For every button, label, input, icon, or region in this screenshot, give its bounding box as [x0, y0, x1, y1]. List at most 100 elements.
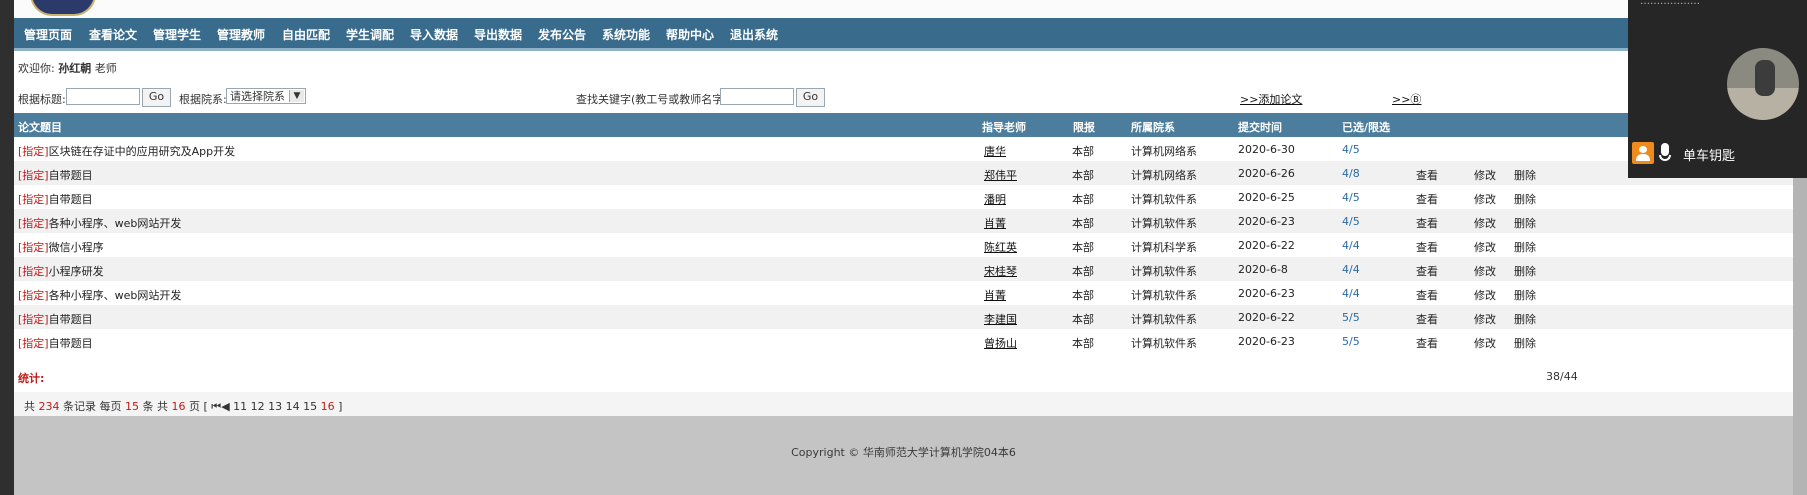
edit-action[interactable]: 修改	[1474, 311, 1496, 327]
paper-title[interactable]: [指定]自带题目	[18, 311, 93, 327]
edit-action[interactable]: 修改	[1474, 287, 1496, 303]
teacher-link[interactable]: 潘明	[984, 191, 1006, 207]
teacher-link[interactable]: 曾扬山	[984, 335, 1017, 351]
participant-name: 单车钥匙	[1683, 149, 1736, 164]
delete-action[interactable]: 删除	[1514, 191, 1536, 207]
date-cell: 2020-6-23	[1238, 215, 1295, 228]
col-selected-limit: 已选/限选	[1342, 121, 1391, 134]
paper-title[interactable]: [指定]小程序研发	[18, 263, 104, 279]
paper-title[interactable]: [指定]各种小程序、web网站开发	[18, 215, 181, 231]
keyword-go-button[interactable]: Go	[796, 88, 825, 107]
teacher-link[interactable]: 陈红英	[984, 239, 1017, 255]
edit-action[interactable]: 修改	[1474, 191, 1496, 207]
keyword-label: 查找关键字(教工号或教师名字):	[576, 93, 732, 106]
edit-action[interactable]: 修改	[1474, 167, 1496, 183]
table-row: [指定]自带题目 李建国 本部 计算机软件系 2020-6-22 5/5 查看 …	[14, 305, 1793, 329]
nav-publish-notice[interactable]: 发布公告	[538, 26, 586, 43]
dept-cell: 计算机网络系	[1131, 145, 1197, 158]
title-go-button[interactable]: Go	[142, 88, 171, 107]
delete-action[interactable]: 删除	[1514, 239, 1536, 255]
chevron-down-icon: ▼	[289, 90, 304, 102]
dept-select[interactable]: 请选择院系 ▼	[226, 88, 306, 104]
paper-title[interactable]: [指定]微信小程序	[18, 239, 104, 255]
teacher-link[interactable]: 肖菁	[984, 287, 1006, 303]
page-link[interactable]: 13	[268, 400, 282, 413]
table-row: [指定]自带题目 潘明 本部 计算机软件系 2020-6-25 4/5 查看 修…	[14, 185, 1793, 209]
paper-title[interactable]: [指定]各种小程序、web网站开发	[18, 287, 181, 303]
nav-export-data[interactable]: 导出数据	[474, 26, 522, 43]
nav-help-center[interactable]: 帮助中心	[666, 26, 714, 43]
nav-logout[interactable]: 退出系统	[730, 26, 778, 43]
table-row: [指定]各种小程序、web网站开发 肖菁 本部 计算机软件系 2020-6-23…	[14, 281, 1793, 305]
table-row: [指定]自带题目 郑伟平 本部 计算机网络系 2020-6-26 4/8 查看 …	[14, 161, 1793, 185]
nav-free-match[interactable]: 自由匹配	[282, 26, 330, 43]
view-action[interactable]: 查看	[1416, 263, 1438, 279]
paper-title[interactable]: [指定]自带题目	[18, 167, 93, 183]
limit-cell: 本部	[1072, 145, 1094, 158]
other-link[interactable]: >>Ⓑ	[1392, 91, 1421, 107]
paper-title-text: 微信小程序	[48, 241, 104, 254]
date-cell: 2020-6-25	[1238, 191, 1295, 204]
page-link[interactable]: 11	[233, 400, 247, 413]
nav-manage-students[interactable]: 管理学生	[153, 26, 201, 43]
view-action[interactable]: 查看	[1416, 287, 1438, 303]
delete-action[interactable]: 删除	[1514, 215, 1536, 231]
ratio-cell: 4/4	[1342, 239, 1360, 252]
paper-title-text: 小程序研发	[48, 265, 104, 278]
assigned-tag: [指定]	[18, 313, 49, 326]
view-action[interactable]: 查看	[1416, 311, 1438, 327]
delete-action[interactable]: 删除	[1514, 263, 1536, 279]
nav-system-functions[interactable]: 系统功能	[602, 26, 650, 43]
teacher-link[interactable]: 郑伟平	[984, 167, 1017, 183]
pager-text: 页 [	[189, 400, 208, 413]
view-action[interactable]: 查看	[1416, 239, 1438, 255]
delete-action[interactable]: 删除	[1514, 167, 1536, 183]
add-paper-link[interactable]: >>添加论文	[1240, 91, 1302, 107]
main-page: 管理页面 查看论文 管理学生 管理教师 自由匹配 学生调配 导入数据 导出数据 …	[14, 0, 1793, 495]
pager-text: 条记录 每页	[63, 400, 122, 413]
title-search-input[interactable]	[66, 88, 140, 105]
paper-title[interactable]: [指定]自带题目	[18, 335, 93, 351]
edit-action[interactable]: 修改	[1474, 335, 1496, 351]
pagination: 共 234 条记录 每页 15 条 共 16 页 [ ⏮◀ 11 12 13 1…	[14, 392, 1793, 416]
limit-cell: 本部	[1072, 169, 1094, 182]
view-action[interactable]: 查看	[1416, 215, 1438, 231]
limit-cell: 本部	[1072, 193, 1094, 206]
pager-text: 条 共	[142, 400, 169, 413]
nav-view-papers[interactable]: 查看论文	[89, 26, 137, 43]
teacher-link[interactable]: 肖菁	[984, 215, 1006, 231]
edit-action[interactable]: 修改	[1474, 263, 1496, 279]
delete-action[interactable]: 删除	[1514, 287, 1536, 303]
video-call-overlay: ……………… 单车钥匙	[1628, 0, 1807, 178]
edit-action[interactable]: 修改	[1474, 215, 1496, 231]
nav-student-allocation[interactable]: 学生调配	[346, 26, 394, 43]
col-submit-time: 提交时间	[1238, 121, 1282, 134]
ratio-cell: 5/5	[1342, 335, 1360, 348]
teacher-link[interactable]: 李建国	[984, 311, 1017, 327]
page-link[interactable]: 14	[286, 400, 300, 413]
edit-action[interactable]: 修改	[1474, 239, 1496, 255]
teacher-link[interactable]: 宋桂琴	[984, 263, 1017, 279]
paper-title[interactable]: [指定]自带题目	[18, 191, 93, 207]
view-action[interactable]: 查看	[1416, 191, 1438, 207]
table-row: [指定]各种小程序、web网站开发 肖菁 本部 计算机软件系 2020-6-23…	[14, 209, 1793, 233]
view-action[interactable]: 查看	[1416, 335, 1438, 351]
ratio-cell: 4/5	[1342, 215, 1360, 228]
delete-action[interactable]: 删除	[1514, 311, 1536, 327]
nav-manage-teachers[interactable]: 管理教师	[217, 26, 265, 43]
paper-title[interactable]: [指定]区块链在存证中的应用研究及App开发	[18, 143, 235, 159]
date-cell: 2020-6-22	[1238, 239, 1295, 252]
ratio-cell: 4/4	[1342, 287, 1360, 300]
nav-manage-page[interactable]: 管理页面	[24, 26, 72, 43]
first-prev-icon[interactable]: ⏮◀	[211, 400, 229, 413]
date-cell: 2020-6-23	[1238, 287, 1295, 300]
limit-cell: 本部	[1072, 217, 1094, 230]
page-link[interactable]: 15	[303, 400, 317, 413]
view-action[interactable]: 查看	[1416, 167, 1438, 183]
keyword-input[interactable]	[720, 88, 794, 105]
teacher-link[interactable]: 唐华	[984, 143, 1006, 159]
nav-import-data[interactable]: 导入数据	[410, 26, 458, 43]
delete-action[interactable]: 删除	[1514, 335, 1536, 351]
dept-cell: 计算机软件系	[1131, 193, 1197, 206]
page-link[interactable]: 12	[251, 400, 265, 413]
